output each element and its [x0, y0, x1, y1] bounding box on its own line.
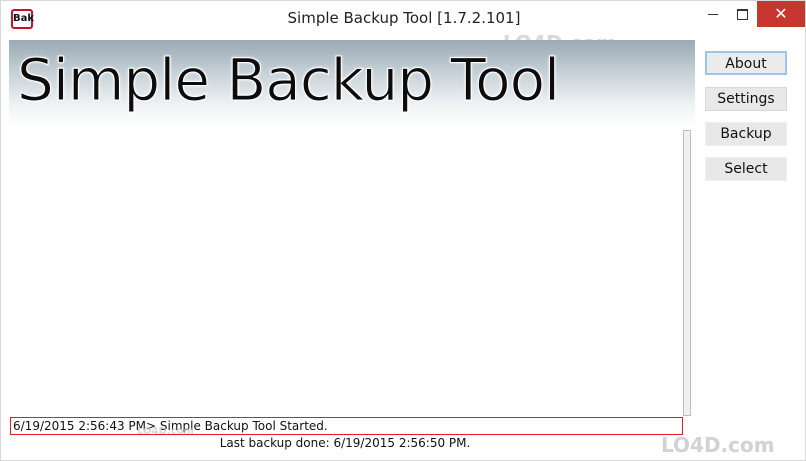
- log-panel[interactable]: [9, 126, 681, 416]
- about-button[interactable]: About: [705, 51, 787, 75]
- title-bar[interactable]: Bak Simple Backup Tool [1.7.2.101] ✕: [1, 1, 805, 39]
- minimize-button[interactable]: [699, 1, 727, 27]
- minimize-icon: [708, 13, 718, 15]
- close-icon: ✕: [774, 4, 788, 23]
- log-entry[interactable]: 6/19/2015 2:56:43 PM> Simple Backup Tool…: [10, 417, 683, 435]
- banner-title: Simple Backup Tool: [16, 46, 560, 115]
- app-window: Bak Simple Backup Tool [1.7.2.101] ✕ LO4…: [0, 0, 806, 461]
- backup-button[interactable]: Backup: [705, 122, 787, 146]
- watermark-logo-small: LO4D.com: [137, 426, 194, 437]
- select-button[interactable]: Select: [705, 157, 787, 181]
- status-text: Last backup done: 6/19/2015 2:56:50 PM.: [219, 436, 471, 450]
- client-area: Simple Backup Tool About Settings Backup…: [9, 40, 797, 454]
- settings-button[interactable]: Settings: [705, 87, 787, 111]
- log-scrollbar[interactable]: [683, 130, 691, 416]
- window-title: Simple Backup Tool [1.7.2.101]: [287, 9, 521, 27]
- watermark-logo-corner: LO4D.com: [661, 433, 775, 457]
- banner: Simple Backup Tool: [9, 40, 695, 126]
- close-button[interactable]: ✕: [757, 1, 805, 27]
- maximize-icon: [736, 8, 748, 20]
- maximize-button[interactable]: [727, 1, 757, 27]
